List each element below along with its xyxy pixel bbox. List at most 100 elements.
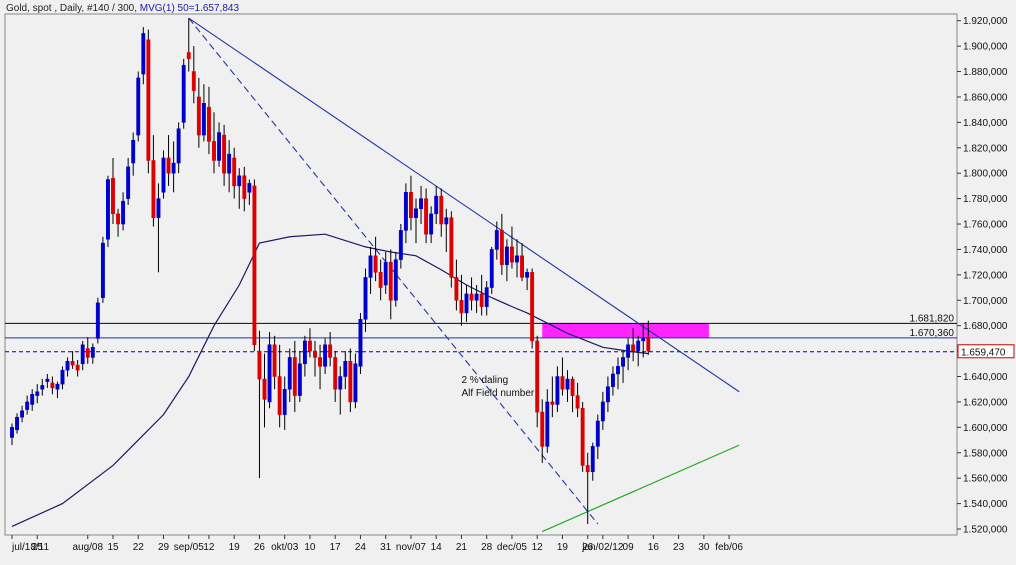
candle-body [439, 195, 444, 225]
candle [196, 77, 201, 148]
candle [550, 376, 555, 418]
candle [151, 135, 156, 227]
candle-body [191, 71, 196, 91]
y-tick-label: 1.560,000 [963, 474, 1008, 485]
moving-average-label: MVG(1) 50=1.657,843 [140, 3, 240, 14]
candle-body [237, 175, 242, 187]
candle-body [242, 175, 247, 199]
candle-body [560, 376, 565, 390]
candle [20, 405, 25, 423]
candle-body [631, 344, 636, 352]
candle-body [131, 139, 136, 164]
x-tick-label: 10 [304, 542, 316, 553]
candle-body [641, 338, 646, 342]
candle [287, 348, 292, 402]
candle-body [85, 348, 90, 358]
candle [575, 382, 580, 418]
candle [449, 211, 454, 288]
candle-body [141, 33, 146, 75]
candle-body [222, 134, 227, 174]
candle [10, 423, 14, 446]
candle-body [40, 385, 45, 390]
candle [222, 124, 227, 186]
candle-body [373, 255, 378, 273]
candle-body [575, 395, 580, 409]
candle-body [247, 183, 252, 193]
candle-body [201, 103, 206, 136]
candle-body [292, 357, 297, 396]
candle-body [126, 166, 131, 199]
candle-body [600, 401, 605, 422]
annotation-text: 2 % daling [461, 375, 508, 386]
candle [181, 58, 186, 129]
candle-body [348, 361, 353, 403]
candle-body [403, 192, 408, 231]
candle-body [489, 249, 494, 288]
candle-body [45, 378, 50, 382]
candle-body [434, 195, 439, 215]
candle-body [181, 64, 186, 123]
y-tick-label: 1.740,000 [963, 245, 1008, 256]
x-tick-label: 25 [32, 542, 44, 553]
candle-body [308, 340, 312, 352]
candle-body [161, 157, 166, 193]
y-tick-label: 1.600,000 [963, 423, 1008, 434]
candle-body [595, 420, 600, 447]
candle-body [454, 277, 459, 301]
candle [237, 168, 242, 209]
x-tick-label: 09 [623, 542, 635, 553]
y-tick-label: 1.800,000 [963, 169, 1008, 180]
candle-body [378, 272, 383, 288]
candle-body [540, 411, 545, 447]
candle-body [469, 293, 474, 301]
candle [141, 27, 146, 85]
candle [555, 366, 560, 413]
candle-body [414, 208, 418, 218]
candle-body [323, 344, 328, 367]
candle-body [494, 230, 499, 250]
candle-body [605, 386, 610, 403]
candle-body [50, 382, 55, 389]
candle-body [333, 357, 338, 390]
level-label: 1.681,820 [910, 313, 955, 324]
candle-body [313, 350, 317, 358]
candle [510, 226, 514, 269]
candle-body [424, 198, 429, 235]
candle [489, 246, 494, 294]
candle [186, 18, 191, 72]
candle-body [75, 364, 80, 371]
candle-body [499, 230, 504, 265]
x-tick-label: 15 [107, 542, 119, 553]
candle [308, 328, 312, 358]
candle-body [530, 272, 535, 342]
y-tick-label: 1.900,000 [963, 42, 1008, 53]
candle [35, 384, 40, 404]
candle [70, 351, 75, 369]
x-tick-label: 19 [557, 542, 569, 553]
candle [15, 413, 20, 434]
candle-body [106, 179, 110, 240]
moving-average-line [11, 233, 649, 528]
candle [429, 206, 434, 244]
candle-body [287, 357, 292, 390]
level-label: 1.670,360 [910, 328, 955, 339]
candle-body [10, 427, 14, 438]
x-tick-label: 30 [698, 542, 710, 553]
candle [358, 312, 363, 374]
candle [267, 332, 272, 409]
x-tick-label: 16 [648, 542, 660, 553]
x-tick-label: 28 [481, 542, 493, 553]
candle [247, 179, 252, 205]
candle-body [196, 96, 201, 136]
candle [469, 277, 474, 311]
candle-body [25, 401, 30, 410]
candle [297, 351, 302, 402]
candle [131, 132, 136, 176]
candle [494, 221, 499, 260]
candle-body [565, 378, 570, 390]
candle-body [353, 363, 358, 403]
x-tick-label: 21 [456, 542, 468, 553]
candle-body [15, 416, 20, 431]
dashed-downtrend [188, 17, 599, 525]
candle [545, 389, 550, 453]
